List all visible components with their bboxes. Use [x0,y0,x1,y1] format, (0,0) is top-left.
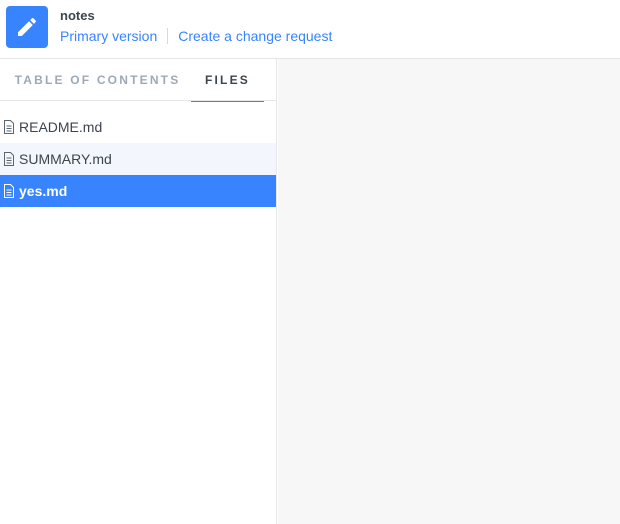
file-name: README.md [19,119,103,135]
space-avatar[interactable] [6,6,48,48]
tab-files[interactable]: FILES [191,59,264,102]
tab-table-of-contents[interactable]: TABLE OF CONTENTS [5,59,190,101]
file-list: README.md SUMMARY.md yes.md [0,111,276,207]
file-item-summary[interactable]: SUMMARY.md [0,143,276,175]
pencil-icon [15,15,39,39]
file-item-yes[interactable]: yes.md [0,175,276,207]
primary-version-link[interactable]: Primary version [60,28,157,44]
link-divider [167,28,169,44]
create-change-request-link[interactable]: Create a change request [178,28,332,44]
sidebar-tabs: TABLE OF CONTENTS FILES [0,59,276,102]
file-name: yes.md [19,183,68,199]
file-icon [3,184,15,198]
space-title: notes [60,8,95,23]
file-name: SUMMARY.md [19,151,112,167]
file-item-readme[interactable]: README.md [0,111,276,143]
sidebar: TABLE OF CONTENTS FILES README.md SUMMAR… [0,59,277,524]
top-header: notes Primary version Create a change re… [0,0,620,59]
header-links: Primary version Create a change request [60,27,332,45]
file-icon [3,120,15,134]
content-area [278,59,620,524]
file-icon [3,152,15,166]
